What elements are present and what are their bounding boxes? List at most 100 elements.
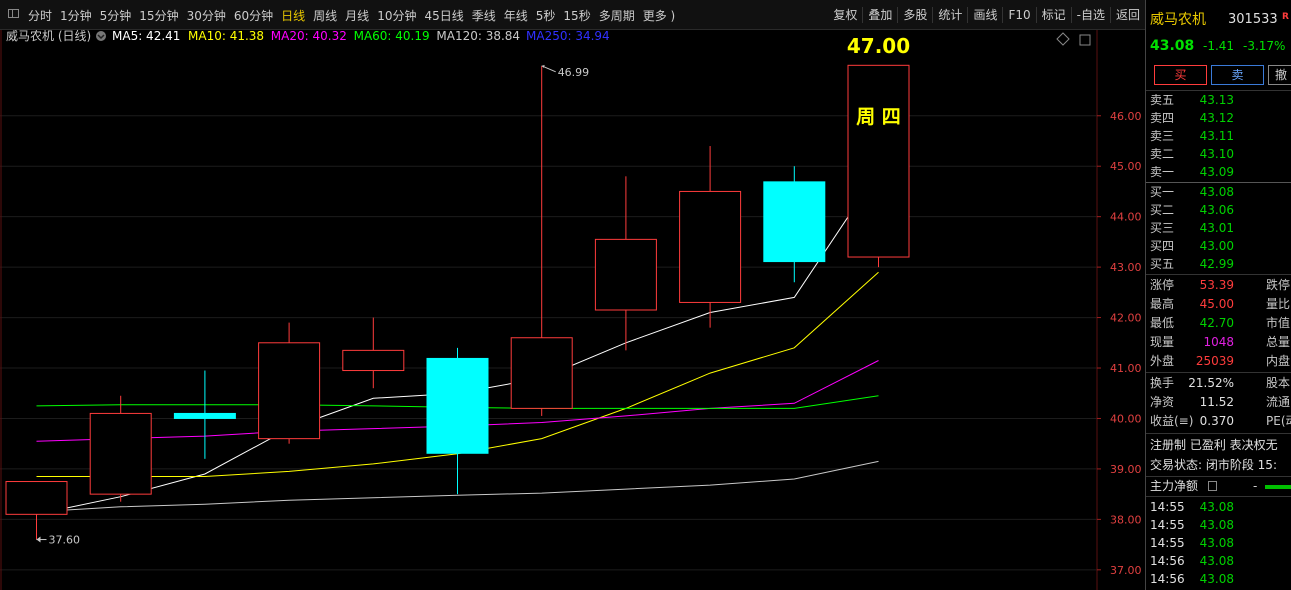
ask-row: 卖三 43.11: [1146, 127, 1291, 145]
period-tab[interactable]: 日线: [277, 7, 309, 24]
stat-label-2: 跌停: [1266, 278, 1291, 292]
tick-price: 43.08: [1199, 572, 1234, 586]
period-tab[interactable]: 年线: [500, 7, 532, 24]
ma-legend-label: MA60: 40.19: [354, 30, 430, 43]
tick-time: 14:56: [1150, 554, 1185, 568]
sell-button[interactable]: 卖: [1211, 65, 1264, 85]
candle-body: [847, 64, 910, 258]
period-tab[interactable]: 30分钟: [183, 7, 230, 24]
toolbar-button[interactable]: 返回: [1109, 7, 1145, 23]
diamond-icon[interactable]: [1056, 32, 1070, 46]
stat2-value: 11.52: [1199, 395, 1234, 409]
period-tab[interactable]: 分时: [24, 7, 56, 24]
stat-label-2: 内盘: [1266, 354, 1291, 368]
ask-label: 卖五: [1150, 93, 1175, 107]
period-tab[interactable]: 更多 ): [639, 7, 680, 24]
last-price: 43.08: [1150, 38, 1195, 54]
toolbar-button[interactable]: 复权: [828, 7, 862, 23]
period-tab[interactable]: 10分钟: [373, 7, 420, 24]
bid-price: 43.06: [1199, 203, 1234, 217]
stat-label: 最高: [1150, 297, 1175, 311]
ask-label: 卖一: [1150, 165, 1175, 179]
y-tick-label: 46.00: [1110, 110, 1142, 123]
stat-label: 最低: [1150, 316, 1175, 330]
kline-chart-svg: 37.00 38.00 39.00 40.00 41.00 42.00 43.00 44.00…: [0, 30, 1142, 590]
stock-header: 威马农机 301533 R: [1146, 10, 1291, 30]
stock-code: 301533: [1228, 12, 1278, 27]
low-price-label: 37.60: [49, 534, 81, 547]
period-tab[interactable]: 5分钟: [96, 7, 136, 24]
period-tab[interactable]: 45日线: [420, 7, 467, 24]
tick-time: 14:55: [1150, 500, 1185, 514]
toolbar-button[interactable]: 统计: [932, 7, 967, 23]
y-tick-label: 45.00: [1110, 160, 1142, 173]
toolbar-button[interactable]: 叠加: [862, 7, 897, 23]
bid-row: 买一 43.08: [1146, 183, 1291, 201]
candle: [89, 395, 152, 502]
stat-row: 外盘 25039 内盘: [1146, 352, 1291, 370]
stat-label-2: 市值: [1266, 316, 1291, 330]
ask-row: 卖四 43.12: [1146, 109, 1291, 127]
ma-legend-label: MA120: 38.84: [436, 30, 520, 43]
trade-buttons: 买 卖 撤: [1146, 65, 1291, 85]
candle-body: [89, 412, 152, 495]
y-tick-label: 40.00: [1110, 412, 1142, 425]
main-flow-row[interactable]: 主力净额 -: [1146, 477, 1291, 495]
candle-body: [763, 181, 826, 263]
chart-title: 威马农机 (日线): [6, 30, 91, 43]
r-badge: R: [1282, 12, 1289, 22]
period-toolbar: 分时 1分钟 5分钟 15分钟 30分钟 60分钟 日线 周线 月线 10分钟 45日线 季线 年线 5秒…: [0, 0, 1145, 30]
low-arrow-icon: [36, 536, 41, 543]
toolbar-button[interactable]: 标记: [1035, 7, 1071, 23]
candle: [594, 176, 657, 351]
toolbar-button[interactable]: -自选: [1070, 7, 1110, 23]
period-tab[interactable]: 15秒: [559, 7, 594, 24]
toolbar-button[interactable]: 画线: [967, 7, 1002, 23]
bid-price: 42.99: [1199, 257, 1234, 271]
bid-label: 买一: [1150, 185, 1175, 199]
candle: [5, 481, 68, 540]
ask-price: 43.11: [1199, 129, 1234, 143]
bid-label: 买三: [1150, 221, 1175, 235]
price-change: -1.41: [1203, 39, 1235, 53]
tick-row: 14:55 43.08: [1146, 498, 1291, 516]
tick-row: 14:55 43.08: [1146, 516, 1291, 534]
current-price-callout: 47.00: [847, 34, 910, 58]
period-tab[interactable]: 15分钟: [135, 7, 182, 24]
candle-body: [173, 412, 236, 419]
stat-row: 最低 42.70 市值: [1146, 314, 1291, 332]
tick-row: 14:55 43.08: [1146, 534, 1291, 552]
cancel-order-button[interactable]: 撤: [1268, 65, 1291, 85]
candle-body: [426, 357, 489, 454]
buy-button[interactable]: 买: [1154, 65, 1207, 85]
y-tick-label: 42.00: [1110, 312, 1142, 325]
period-tab[interactable]: 月线: [341, 7, 373, 24]
period-tab[interactable]: 60分钟: [230, 7, 277, 24]
toolbar-button[interactable]: 多股: [897, 7, 932, 23]
legend-menu-icon[interactable]: [96, 31, 106, 41]
candle: [426, 347, 489, 495]
bid-price: 43.00: [1199, 239, 1234, 253]
stat-row: 现量 1048 总量: [1146, 333, 1291, 351]
expand-icon[interactable]: [1079, 34, 1091, 46]
period-tab[interactable]: 周线: [309, 7, 341, 24]
bid-label: 买二: [1150, 203, 1175, 217]
toolbar-button[interactable]: F10: [1002, 7, 1035, 23]
tick-row: 14:56 43.08: [1146, 552, 1291, 570]
stat-label: 涨停: [1150, 278, 1175, 292]
stat2-row: 净资 11.52 流通: [1146, 393, 1291, 411]
period-tab[interactable]: 季线: [468, 7, 500, 24]
candle: [510, 65, 573, 416]
info-tags: 注册制 已盈利 表决权无: [1146, 436, 1291, 454]
period-tab[interactable]: 1分钟: [56, 7, 96, 24]
stat-label: 现量: [1150, 335, 1175, 349]
stat2-value: 21.52%: [1188, 376, 1234, 390]
period-tab[interactable]: 5秒: [532, 7, 560, 24]
period-tab[interactable]: 多周期: [595, 7, 639, 24]
ask-row: 卖二 43.10: [1146, 145, 1291, 163]
panel-toggle-icon[interactable]: [8, 9, 19, 18]
y-tick-label: 44.00: [1110, 211, 1142, 224]
ask-price: 43.13: [1199, 93, 1234, 107]
quote-panel: 威马农机 301533 R 43.08 -1.41 -3.17% 买 卖 撤 卖…: [1145, 0, 1291, 590]
kline-chart[interactable]: 37.00 38.00 39.00 40.00 41.00 42.00 43.00 44.00…: [0, 30, 1145, 590]
